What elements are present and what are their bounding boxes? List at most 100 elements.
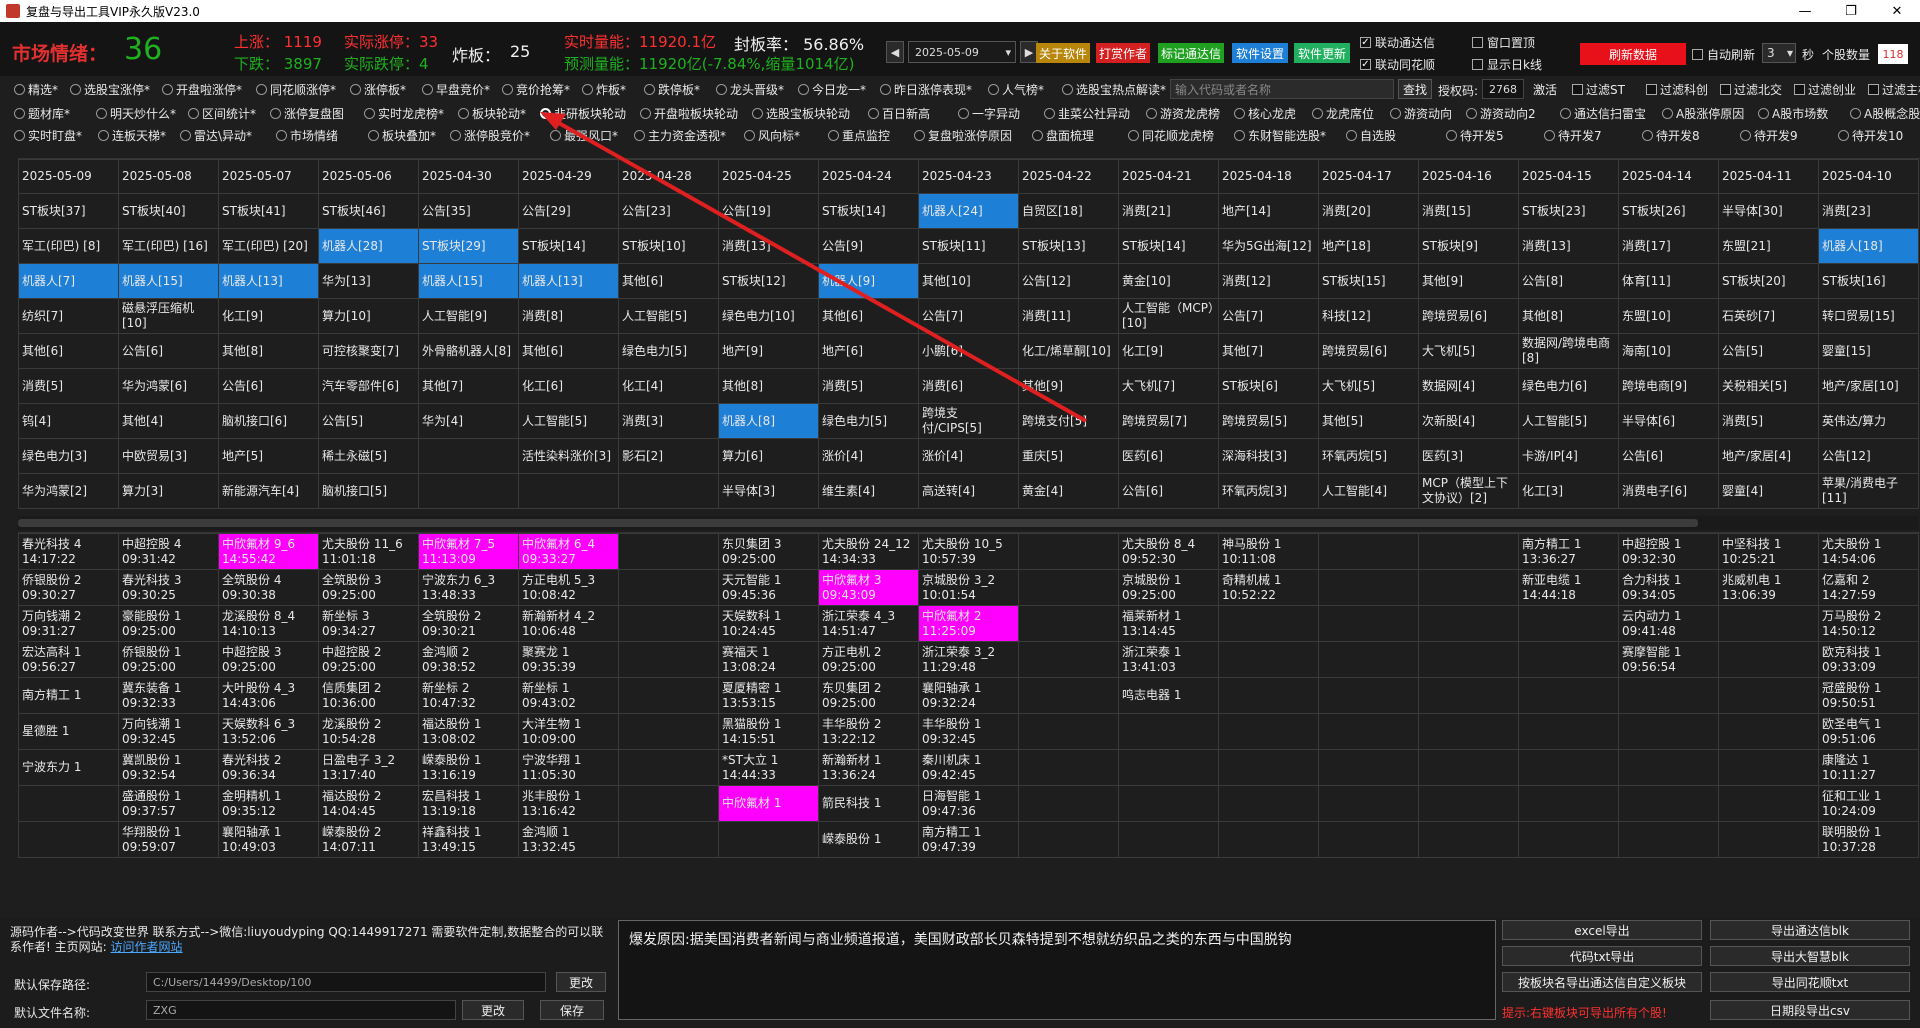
sector-cell[interactable] (418, 438, 519, 474)
sector-cell[interactable]: 影石[2] (618, 438, 719, 474)
sector-cell[interactable]: 磁悬浮压缩机[10] (118, 298, 219, 334)
option-row2-17[interactable]: 通达信扫雷宝 (1560, 105, 1646, 122)
sector-cell[interactable]: ST板块[29] (418, 228, 519, 264)
sector-cell[interactable]: 关税相关[5] (1718, 368, 1819, 404)
sector-cell[interactable] (618, 473, 719, 509)
radio-icon[interactable] (98, 129, 109, 141)
stock-count-field[interactable]: 118 (1878, 44, 1908, 64)
stock-cell[interactable] (1318, 641, 1419, 678)
sector-cell[interactable]: 公告[6] (1618, 438, 1719, 474)
stock-cell[interactable] (1218, 821, 1319, 858)
stock-cell[interactable] (1718, 641, 1819, 678)
radio-icon[interactable] (1850, 107, 1861, 119)
stock-cell[interactable] (1318, 533, 1419, 570)
stock-cell[interactable]: 侨银股份 2 09:30:27 (18, 569, 119, 606)
stock-cell[interactable] (18, 821, 119, 858)
sector-cell[interactable]: 消费[15] (1418, 193, 1519, 229)
sector-cell[interactable]: 高送转[4] (918, 473, 1019, 509)
sector-cell[interactable]: 苹果/消费电子[11] (1818, 473, 1919, 509)
sector-cell[interactable]: 公告[8] (1518, 263, 1619, 299)
stock-cell[interactable]: 襄阳轴承 1 09:32:24 (918, 677, 1019, 714)
stock-cell[interactable]: 新坐标 2 10:47:32 (418, 677, 519, 714)
option-row3-9[interactable]: 重点监控 (828, 127, 890, 144)
sector-cell[interactable]: 军工(印巴) [20] (218, 228, 319, 264)
sector-cell[interactable]: 军工(印巴) [8] (18, 228, 119, 264)
stock-cell[interactable]: 箭民科技 1 (818, 785, 919, 822)
sector-cell[interactable]: 公告[9] (818, 228, 919, 264)
sector-cell[interactable]: 其他[7] (418, 368, 519, 404)
stock-cell[interactable]: 亿嘉和 2 14:27:59 (1818, 569, 1919, 606)
sector-cell[interactable]: 公告[23] (618, 193, 719, 229)
option-row2-10[interactable]: 一字异动 (958, 105, 1020, 122)
stock-cell[interactable]: 新坐标 3 09:34:27 (318, 605, 419, 642)
sector-cell[interactable]: ST板块[6] (1218, 368, 1319, 404)
radio-icon[interactable] (1312, 107, 1323, 119)
csv-export-button[interactable]: 日期段导出csv (1710, 1000, 1910, 1020)
sector-cell[interactable]: 自贸区[18] (1018, 193, 1119, 229)
radio-icon[interactable] (276, 129, 287, 141)
stock-cell[interactable] (1018, 569, 1119, 606)
calendar-dropdown-icon[interactable]: ▾ (1005, 46, 1011, 59)
stock-cell[interactable]: 侨银股份 1 09:25:00 (118, 641, 219, 678)
sector-cell[interactable]: 公告[7] (1218, 298, 1319, 334)
sector-cell[interactable]: 消费[5] (18, 368, 119, 404)
sector-cell[interactable]: 绿色电力[6] (1518, 368, 1619, 404)
window-top-checkbox[interactable]: 窗口置顶 (1472, 34, 1535, 51)
stock-cell[interactable]: 星德胜 1 (18, 713, 119, 750)
stock-cell[interactable]: 全筑股份 4 09:30:38 (218, 569, 319, 606)
sector-cell[interactable]: 其他[5] (1318, 403, 1419, 439)
date-header-cell[interactable]: 2025-04-16 (1418, 159, 1519, 194)
window-top-check-icon[interactable] (1472, 37, 1483, 48)
sector-cell[interactable]: 机器人[28] (318, 228, 419, 264)
stock-cell[interactable]: 南方精工 1 09:47:39 (918, 821, 1019, 858)
option-row2-6[interactable]: 韭研板块轮动 (540, 105, 626, 122)
option-row2-11[interactable]: 韭菜公社异动 (1044, 105, 1130, 122)
stock-cell[interactable] (1318, 785, 1419, 822)
option-row2-0[interactable]: 题材库* (14, 105, 70, 122)
sector-cell[interactable]: 脑机接口[5] (318, 473, 419, 509)
stock-cell[interactable] (1018, 533, 1119, 570)
radio-icon[interactable] (744, 129, 755, 141)
sector-cell[interactable]: 绿色电力[5] (818, 403, 919, 439)
sector-cell[interactable]: ST板块[14] (818, 193, 919, 229)
date-header-cell[interactable]: 2025-04-21 (1118, 159, 1219, 194)
sector-cell[interactable]: 算力[10] (318, 298, 419, 334)
sector-cell[interactable]: 外骨骼机器人[8] (418, 333, 519, 369)
date-header-cell[interactable]: 2025-04-18 (1218, 159, 1319, 194)
sector-cell[interactable]: 跨境支付[5] (1018, 403, 1119, 439)
sector-cell[interactable]: ST板块[12] (718, 263, 819, 299)
stock-cell[interactable] (1318, 821, 1419, 858)
stock-cell[interactable]: 襄阳轴承 1 10:49:03 (218, 821, 319, 858)
sector-cell[interactable]: 转口贸易[15] (1818, 298, 1919, 334)
stock-cell[interactable]: 嵘泰股份 1 (818, 821, 919, 858)
stock-cell[interactable] (1618, 749, 1719, 786)
stock-cell[interactable]: 欧圣电气 1 09:51:06 (1818, 713, 1919, 750)
filter-check-icon[interactable] (1646, 83, 1657, 95)
radio-icon[interactable] (1128, 129, 1139, 141)
sector-cell[interactable]: 深海科技[3] (1218, 438, 1319, 474)
sector-cell[interactable]: 其他[9] (1018, 368, 1119, 404)
link-ths-check-icon[interactable] (1360, 59, 1371, 70)
stock-cell[interactable]: 中超控股 3 09:25:00 (218, 641, 319, 678)
sector-cell[interactable]: 绿色电力[3] (18, 438, 119, 474)
stock-cell[interactable]: 日盈电子 3_2 13:17:40 (318, 749, 419, 786)
stock-cell[interactable] (1518, 713, 1619, 750)
radio-icon[interactable] (188, 107, 199, 119)
sector-cell[interactable]: 地产[6] (818, 333, 919, 369)
option-row3-13[interactable]: 东财智能选股* (1234, 127, 1326, 144)
stock-cell[interactable]: 丰华股份 2 13:22:12 (818, 713, 919, 750)
date-header-cell[interactable]: 2025-05-07 (218, 159, 319, 194)
stock-cell[interactable] (1018, 821, 1119, 858)
sector-cell[interactable]: 跨境支付/CIPS[5] (918, 403, 1019, 439)
stock-cell[interactable]: 春光科技 2 09:36:34 (218, 749, 319, 786)
stock-cell[interactable]: 中坚科技 1 10:25:21 (1718, 533, 1819, 570)
stock-cell[interactable]: 方正电机 2 09:25:00 (818, 641, 919, 678)
stock-cell[interactable]: 盛通股份 1 09:37:57 (118, 785, 219, 822)
stock-cell[interactable] (1318, 605, 1419, 642)
stock-cell[interactable]: 中超控股 4 09:31:42 (118, 533, 219, 570)
stock-cell[interactable]: 奇精机械 1 10:52:22 (1218, 569, 1319, 606)
stock-cell[interactable]: 天娱数科 1 10:24:45 (718, 605, 819, 642)
stock-cell[interactable]: *ST大立 1 14:44:33 (718, 749, 819, 786)
sector-cell[interactable]: 公告[12] (1018, 263, 1119, 299)
sector-cell[interactable]: 绿色电力[5] (618, 333, 719, 369)
